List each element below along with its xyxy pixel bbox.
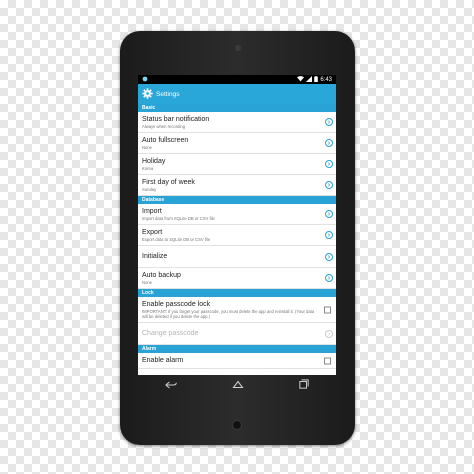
- setting-auto-fullscreen[interactable]: Auto fullscreen None: [138, 133, 336, 154]
- section-header-alarm: Alarm: [138, 345, 336, 353]
- setting-subtitle: Sunday: [142, 187, 157, 192]
- section-header-basic: Basic: [138, 104, 336, 112]
- section-header-database: Database: [138, 196, 336, 204]
- setting-initialize[interactable]: Initialize: [138, 246, 336, 268]
- front-camera: [235, 45, 241, 51]
- section-header-lock: Lock: [138, 289, 336, 297]
- chevron-right-icon: [325, 329, 333, 338]
- setting-auto-backup[interactable]: Auto backup None: [138, 268, 336, 289]
- setting-subtitle: IMPORTANT: If you forget your passcode, …: [142, 309, 315, 319]
- tablet-screen: 6:43 Settings Basic Status bar notificat…: [138, 75, 336, 375]
- chevron-right-icon: [325, 160, 333, 168]
- gear-icon[interactable]: [142, 87, 153, 101]
- setting-title: Import: [142, 208, 162, 215]
- setting-subtitle: Korea: [142, 166, 154, 171]
- setting-first-day-of-week[interactable]: First day of week Sunday: [138, 175, 336, 196]
- back-icon[interactable]: [165, 376, 178, 394]
- setting-import[interactable]: Import Import data from SQLite DB or CSV…: [138, 204, 336, 225]
- setting-title: Enable passcode lock: [142, 301, 211, 308]
- speaker-grille: [232, 420, 242, 430]
- chevron-right-icon: [325, 139, 333, 147]
- chevron-right-icon: [325, 252, 333, 261]
- chevron-right-icon: [325, 181, 333, 189]
- setting-subtitle: Always when recording: [142, 124, 186, 129]
- setting-title: Holiday: [142, 158, 166, 165]
- setting-status-bar-notification[interactable]: Status bar notification Always when reco…: [138, 112, 336, 133]
- setting-export[interactable]: Export Export data to SQLite DB or CSV f…: [138, 225, 336, 246]
- chevron-right-icon: [325, 210, 333, 218]
- chevron-right-icon: [325, 274, 333, 282]
- setting-title: Auto backup: [142, 272, 181, 279]
- setting-title: Enable alarm: [142, 357, 184, 364]
- setting-enable-alarm[interactable]: Enable alarm: [138, 353, 336, 369]
- alarm-checkbox[interactable]: [324, 357, 331, 364]
- setting-title: First day of week: [142, 179, 195, 186]
- battery-icon: [314, 75, 319, 84]
- setting-title: Change passcode: [142, 330, 199, 337]
- setting-title: Status bar notification: [142, 116, 210, 123]
- setting-title: Auto fullscreen: [142, 137, 189, 144]
- recents-icon[interactable]: [298, 376, 309, 394]
- setting-subtitle: None: [142, 280, 153, 285]
- app-bar-title: Settings: [156, 90, 180, 98]
- status-indicators: 6:43: [297, 75, 332, 84]
- chevron-right-icon: [325, 231, 333, 239]
- settings-list: Basic Status bar notification Always whe…: [138, 104, 336, 369]
- setting-subtitle: Import data from SQLite DB or CSV file: [142, 216, 215, 221]
- navigation-bar: [138, 375, 336, 395]
- setting-holiday[interactable]: Holiday Korea: [138, 154, 336, 175]
- wifi-icon: [297, 75, 305, 84]
- setting-change-passcode[interactable]: Change passcode: [138, 323, 336, 345]
- setting-subtitle: None: [142, 145, 153, 150]
- setting-subtitle: Export data to SQLite DB or CSV file: [142, 237, 211, 242]
- signal-icon: [306, 75, 313, 84]
- setting-enable-passcode-lock[interactable]: Enable passcode lock IMPORTANT: If you f…: [138, 297, 336, 323]
- app-bar: Settings: [138, 84, 336, 104]
- home-icon[interactable]: [232, 376, 244, 394]
- app-notification-icon: [142, 76, 148, 84]
- setting-title: Export: [142, 229, 163, 236]
- status-bar: 6:43: [138, 75, 336, 84]
- setting-title: Initialize: [142, 253, 168, 260]
- status-time: 6:43: [320, 76, 332, 83]
- passcode-lock-checkbox[interactable]: [324, 306, 331, 313]
- chevron-right-icon: [325, 118, 333, 126]
